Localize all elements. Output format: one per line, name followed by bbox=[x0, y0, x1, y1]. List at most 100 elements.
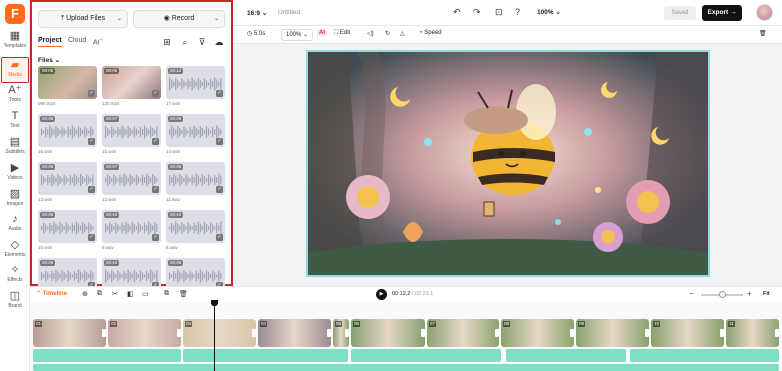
avatar[interactable] bbox=[756, 4, 773, 21]
audio-track-clip[interactable] bbox=[33, 364, 779, 371]
playhead[interactable] bbox=[214, 301, 215, 371]
video-clip[interactable]: 07 bbox=[427, 319, 499, 347]
project-title[interactable]: Untitled bbox=[278, 9, 300, 16]
add-track-icon[interactable]: ⊕ bbox=[82, 290, 88, 298]
sidebar-item-audio[interactable]: ♪ Audio bbox=[1, 212, 29, 238]
audio-file-tile[interactable]: 00:07 ✓ bbox=[102, 162, 161, 195]
duplicate-icon[interactable]: ⧉ bbox=[164, 290, 169, 298]
scale-selector[interactable]: 100% ⌄ bbox=[281, 29, 314, 41]
upload-files-button[interactable]: ⤒ Upload Files ⌄ bbox=[38, 10, 128, 28]
video-clip[interactable]: 05 bbox=[333, 319, 349, 347]
edit-button[interactable]: ⛶ Edit bbox=[334, 30, 350, 37]
sidebar-item-text[interactable]: T Text bbox=[1, 109, 29, 135]
audio-file-tile[interactable]: 00:08 ✓ bbox=[38, 210, 97, 243]
sidebar-item-elements[interactable]: ◇ Elements bbox=[1, 238, 29, 264]
flip-icon[interactable]: △ bbox=[400, 30, 405, 37]
video-clip[interactable]: 04 bbox=[258, 319, 331, 347]
files-dropdown[interactable]: Files ⌄ bbox=[38, 56, 60, 64]
help-icon[interactable]: ? bbox=[515, 7, 520, 17]
chevron-down-icon[interactable]: ⌄ bbox=[117, 11, 122, 27]
zoom-out-icon[interactable]: − bbox=[689, 289, 694, 298]
tab-project[interactable]: Project bbox=[38, 37, 62, 47]
zoom-slider-knob[interactable] bbox=[719, 291, 726, 298]
redo-icon[interactable]: ↷ bbox=[473, 7, 481, 18]
ai-tools-button[interactable]: AI bbox=[317, 30, 327, 36]
video-file-tile[interactable]: 00:05 ✓ bbox=[38, 66, 97, 99]
video-clip[interactable]: 02 bbox=[108, 319, 181, 347]
video-file-tile[interactable]: 00:05 ✓ bbox=[102, 66, 161, 99]
sidebar-item-templates[interactable]: ▦ Templates bbox=[1, 29, 29, 55]
checkbox-icon[interactable]: ✓ bbox=[88, 90, 95, 97]
video-clip[interactable]: 10 bbox=[651, 319, 724, 347]
transition-handle[interactable] bbox=[102, 329, 106, 337]
sidebar-item-brand[interactable]: ◫ Brand bbox=[1, 289, 29, 315]
sidebar-item-videos[interactable]: ▶ Videos bbox=[1, 161, 29, 187]
audio-file-tile[interactable]: 00:12 ✓ bbox=[166, 66, 225, 99]
timeline-toggle[interactable]: ⌃ Timeline bbox=[36, 290, 67, 297]
transition-handle[interactable] bbox=[645, 329, 649, 337]
transition-handle[interactable] bbox=[252, 329, 256, 337]
sidebar-item-effects[interactable]: ✧ Effects bbox=[1, 263, 29, 289]
new-folder-icon[interactable]: ⊞ bbox=[161, 36, 173, 48]
audio-file-tile[interactable]: 00:09 ✓ bbox=[166, 114, 225, 147]
filter-icon[interactable]: ⊽ bbox=[196, 36, 208, 48]
comment-icon[interactable]: ▭ bbox=[142, 290, 149, 298]
search-icon[interactable]: ⌕ bbox=[179, 36, 191, 48]
cloud-icon[interactable]: ☁ bbox=[213, 36, 225, 48]
timeline-zoom-slider[interactable] bbox=[701, 291, 743, 298]
audio-track-clip[interactable] bbox=[506, 349, 626, 362]
transition-handle[interactable] bbox=[775, 329, 779, 337]
sidebar-item-images[interactable]: ▨ Images bbox=[1, 187, 29, 213]
audio-file-tile[interactable]: 00:10 ✓ bbox=[166, 210, 225, 243]
split-icon[interactable]: ⧉ bbox=[97, 290, 102, 298]
checkbox-icon[interactable]: ✓ bbox=[216, 186, 223, 193]
transition-handle[interactable] bbox=[720, 329, 724, 337]
checkbox-icon[interactable]: ✓ bbox=[152, 90, 159, 97]
checkbox-icon[interactable]: ✓ bbox=[216, 138, 223, 145]
audio-track-clip[interactable] bbox=[630, 349, 779, 362]
app-logo[interactable]: F bbox=[5, 4, 25, 24]
audio-file-tile[interactable]: 00:10 ✓ bbox=[102, 210, 161, 243]
transition-handle[interactable] bbox=[421, 329, 425, 337]
record-button[interactable]: ◉ Record ⌄ bbox=[133, 10, 225, 28]
delete-icon[interactable]: 🗑 bbox=[759, 30, 767, 37]
fit-button[interactable]: Fit bbox=[763, 291, 770, 297]
screenshot-icon[interactable]: ⊡ bbox=[495, 7, 503, 18]
rotate-icon[interactable]: ↻ bbox=[385, 30, 390, 37]
tab-cloud[interactable]: Cloud bbox=[68, 37, 86, 44]
audio-track-clip[interactable] bbox=[351, 349, 501, 362]
transition-handle[interactable] bbox=[495, 329, 499, 337]
audio-track-clip[interactable] bbox=[183, 349, 348, 362]
undo-icon[interactable]: ↶ bbox=[453, 7, 461, 18]
chevron-down-icon[interactable]: ⌄ bbox=[214, 11, 219, 27]
audio-track-clip[interactable] bbox=[33, 349, 181, 362]
volume-icon[interactable]: ◁) bbox=[367, 30, 374, 37]
video-clip[interactable]: 11 bbox=[726, 319, 779, 347]
audio-file-tile[interactable]: 00:08 ✓ bbox=[38, 162, 97, 195]
trash-icon[interactable]: 🗑 bbox=[179, 290, 188, 298]
zoom-selector[interactable]: 100% ⌄ bbox=[537, 8, 561, 16]
sidebar-item-tools[interactable]: A⁺ Tools bbox=[1, 83, 29, 109]
speed-button[interactable]: ◔ Speed bbox=[419, 30, 442, 36]
checkbox-icon[interactable]: ✓ bbox=[88, 234, 95, 241]
video-clip[interactable]: 06 bbox=[351, 319, 425, 347]
duration-control[interactable]: ◷ 5.0s bbox=[247, 30, 265, 37]
video-clip[interactable]: 01 bbox=[33, 319, 106, 347]
tab-ai[interactable]: AI+ bbox=[93, 37, 103, 46]
mute-icon[interactable]: ◧ bbox=[127, 290, 134, 298]
checkbox-icon[interactable]: ✓ bbox=[88, 186, 95, 193]
audio-file-tile[interactable]: 00:08 ✓ bbox=[166, 162, 225, 195]
checkbox-icon[interactable]: ✓ bbox=[88, 138, 95, 145]
playhead-handle[interactable] bbox=[211, 300, 218, 306]
audio-file-tile[interactable]: 00:07 ✓ bbox=[102, 114, 161, 147]
checkbox-icon[interactable]: ✓ bbox=[152, 234, 159, 241]
video-clip[interactable]: 09 bbox=[576, 319, 649, 347]
video-preview[interactable] bbox=[306, 50, 710, 277]
aspect-ratio-selector[interactable]: 16:9 ⌄ bbox=[247, 9, 267, 17]
sidebar-item-media[interactable]: ▰ Media bbox=[1, 57, 29, 83]
transition-handle[interactable] bbox=[345, 329, 349, 337]
play-button[interactable]: ▶ bbox=[376, 289, 387, 300]
checkbox-icon[interactable]: ✓ bbox=[216, 234, 223, 241]
checkbox-icon[interactable]: ✓ bbox=[216, 90, 223, 97]
export-button[interactable]: Export → bbox=[702, 5, 742, 21]
